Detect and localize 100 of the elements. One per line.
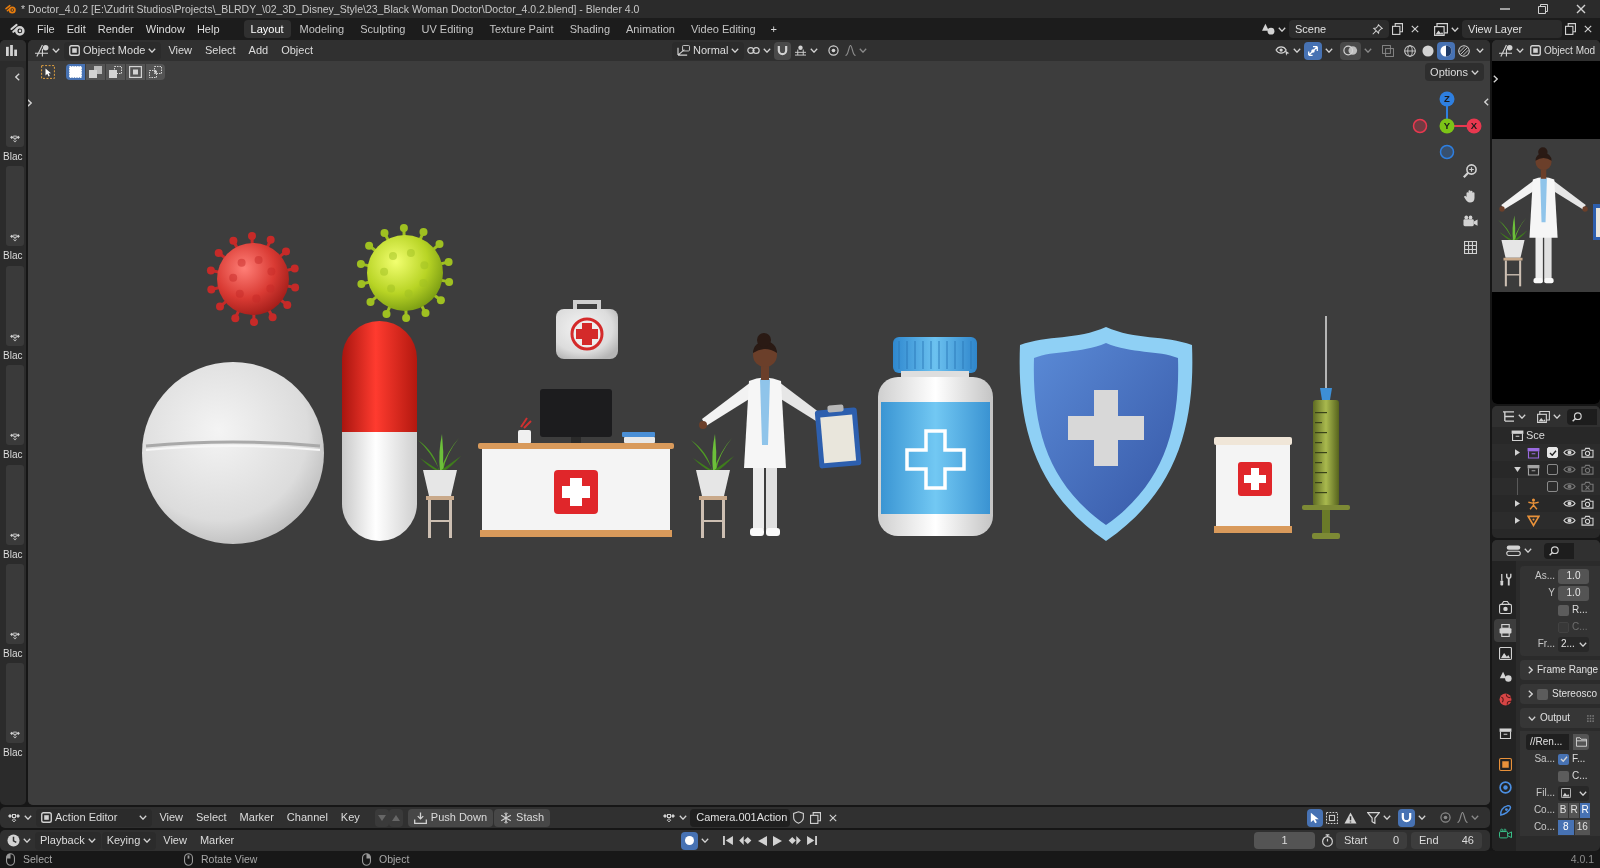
push-down-button[interactable]: Push Down: [407, 808, 494, 827]
mode-dropdown[interactable]: Object Mode: [64, 41, 162, 60]
record-button[interactable]: [681, 831, 699, 850]
asset-thumbnail[interactable]: [6, 563, 24, 644]
asset-label[interactable]: Blac: [3, 246, 24, 266]
square-icon[interactable]: [41, 812, 52, 823]
select-mode-button[interactable]: [106, 64, 125, 80]
caret-icon[interactable]: [139, 815, 148, 820]
dropdown[interactable]: [1558, 785, 1589, 801]
workspace-tab[interactable]: Layout: [243, 20, 291, 38]
asset-label[interactable]: Blac: [3, 445, 24, 465]
bars-icon[interactable]: [6, 45, 17, 56]
chevron-left-icon[interactable]: [15, 73, 20, 81]
grid-icon[interactable]: [1464, 241, 1477, 254]
funnel-icon[interactable]: [1367, 811, 1380, 824]
menu-item[interactable]: Channel: [280, 808, 334, 827]
play-reverse-icon[interactable]: [758, 835, 768, 846]
cone-sphere-icon[interactable]: [1261, 23, 1275, 35]
axis-handle[interactable]: [1439, 144, 1455, 160]
prev-keyframe-icon[interactable]: [739, 836, 753, 845]
caret-icon[interactable]: [810, 48, 819, 53]
caret-icon[interactable]: [1471, 69, 1479, 75]
search-field[interactable]: [1567, 408, 1597, 425]
close-icon[interactable]: [1410, 25, 1419, 33]
select-mode-button[interactable]: [146, 64, 165, 80]
caret-icon[interactable]: [1553, 414, 1561, 419]
checkbox[interactable]: [1558, 604, 1569, 616]
snap-toggle[interactable]: [1398, 808, 1415, 827]
menu-item[interactable]: Keying: [101, 831, 157, 850]
square-icon[interactable]: [1530, 45, 1541, 56]
caret-icon[interactable]: [1278, 26, 1286, 32]
expand-arrow-icon[interactable]: [1514, 517, 1520, 524]
stash-button[interactable]: Stash: [494, 808, 551, 827]
caret-icon[interactable]: [1325, 48, 1333, 53]
caret-icon[interactable]: [23, 838, 31, 843]
select-mode-button[interactable]: [66, 64, 85, 80]
menu-item[interactable]: Help: [190, 20, 226, 38]
caret-icon[interactable]: [1383, 815, 1391, 820]
caret-icon[interactable]: [1518, 414, 1526, 419]
checkbox[interactable]: [1547, 481, 1558, 492]
caret-icon[interactable]: [1516, 48, 1524, 53]
chevron-right-icon[interactable]: [1528, 666, 1533, 674]
menu-item[interactable]: Edit: [60, 20, 92, 38]
asset-thumbnail[interactable]: [6, 265, 24, 346]
eye-cursor-icon[interactable]: [1275, 45, 1290, 56]
mode-dropdown[interactable]: Action Editor: [36, 808, 153, 827]
workspace-tab[interactable]: Sculpting: [353, 20, 413, 38]
scene-field[interactable]: Scene: [1289, 20, 1389, 38]
linked-circles-icon[interactable]: [747, 45, 761, 56]
workspace-tab[interactable]: Texture Paint: [482, 20, 561, 38]
close-icon[interactable]: [1583, 25, 1592, 33]
menu-item[interactable]: Key: [334, 808, 366, 827]
caret-icon[interactable]: [87, 838, 96, 843]
asset-label[interactable]: Blac: [3, 345, 24, 366]
checkbox-label[interactable]: C...: [1572, 770, 1588, 782]
restore-icon[interactable]: [1538, 4, 1548, 14]
caret-icon[interactable]: [52, 48, 60, 53]
outliner-row[interactable]: [1492, 444, 1600, 461]
options-dropdown[interactable]: Options: [1425, 63, 1484, 81]
view-layer-field[interactable]: View Layer: [1462, 20, 1562, 38]
axis-handle[interactable]: [1412, 118, 1428, 134]
orientation-dropdown[interactable]: Normal: [672, 41, 745, 60]
asset-label[interactable]: Blac: [3, 743, 24, 763]
asset-thumbnail[interactable]: [6, 365, 24, 446]
select-mode-button[interactable]: [126, 64, 145, 80]
menu-item[interactable]: View: [153, 808, 190, 827]
caret-icon[interactable]: [679, 815, 688, 820]
add-workspace-button[interactable]: +: [764, 20, 783, 38]
menu-item[interactable]: View: [162, 41, 199, 60]
mode-dropdown[interactable]: Object Mod: [1528, 41, 1598, 60]
asset-label[interactable]: Blac: [3, 544, 24, 564]
path-field[interactable]: //Ren...: [1526, 734, 1569, 750]
action-name-field[interactable]: Camera.001Action: [690, 808, 791, 827]
expand-arrow-icon[interactable]: [1514, 449, 1520, 456]
square-icon[interactable]: [69, 45, 80, 56]
skip-end-icon[interactable]: [807, 836, 818, 845]
menu-item[interactable]: Add: [242, 41, 275, 60]
caret-icon[interactable]: [763, 48, 772, 53]
grid-dot-icon[interactable]: [1498, 44, 1513, 57]
segment-option[interactable]: R: [1569, 802, 1579, 818]
zoom-icon[interactable]: [1463, 164, 1477, 178]
properties-tab[interactable]: [1494, 619, 1516, 642]
hand-icon[interactable]: [1464, 190, 1475, 203]
snap-grid-icon[interactable]: [794, 45, 808, 56]
tree-list-icon[interactable]: [1502, 411, 1515, 422]
chevron-down-icon[interactable]: [1528, 715, 1536, 721]
caret-icon[interactable]: [1293, 48, 1301, 53]
checkbox-label[interactable]: R...: [1572, 604, 1588, 616]
next-keyframe-icon[interactable]: [788, 836, 802, 845]
select-mode-button[interactable]: [86, 64, 105, 80]
segment-option[interactable]: B: [1558, 802, 1568, 818]
asset-thumbnail[interactable]: [6, 67, 24, 147]
panel-header[interactable]: Stereosco: [1520, 684, 1600, 704]
camera-off-icon[interactable]: [1581, 481, 1594, 492]
caret-icon[interactable]: [1524, 548, 1532, 553]
caret-icon[interactable]: [1579, 790, 1587, 796]
asset-thumbnail[interactable]: [6, 166, 24, 247]
workspace-tab[interactable]: Modeling: [292, 20, 352, 38]
dot-icon[interactable]: [685, 836, 695, 845]
chevron-left-icon[interactable]: [1484, 98, 1489, 106]
